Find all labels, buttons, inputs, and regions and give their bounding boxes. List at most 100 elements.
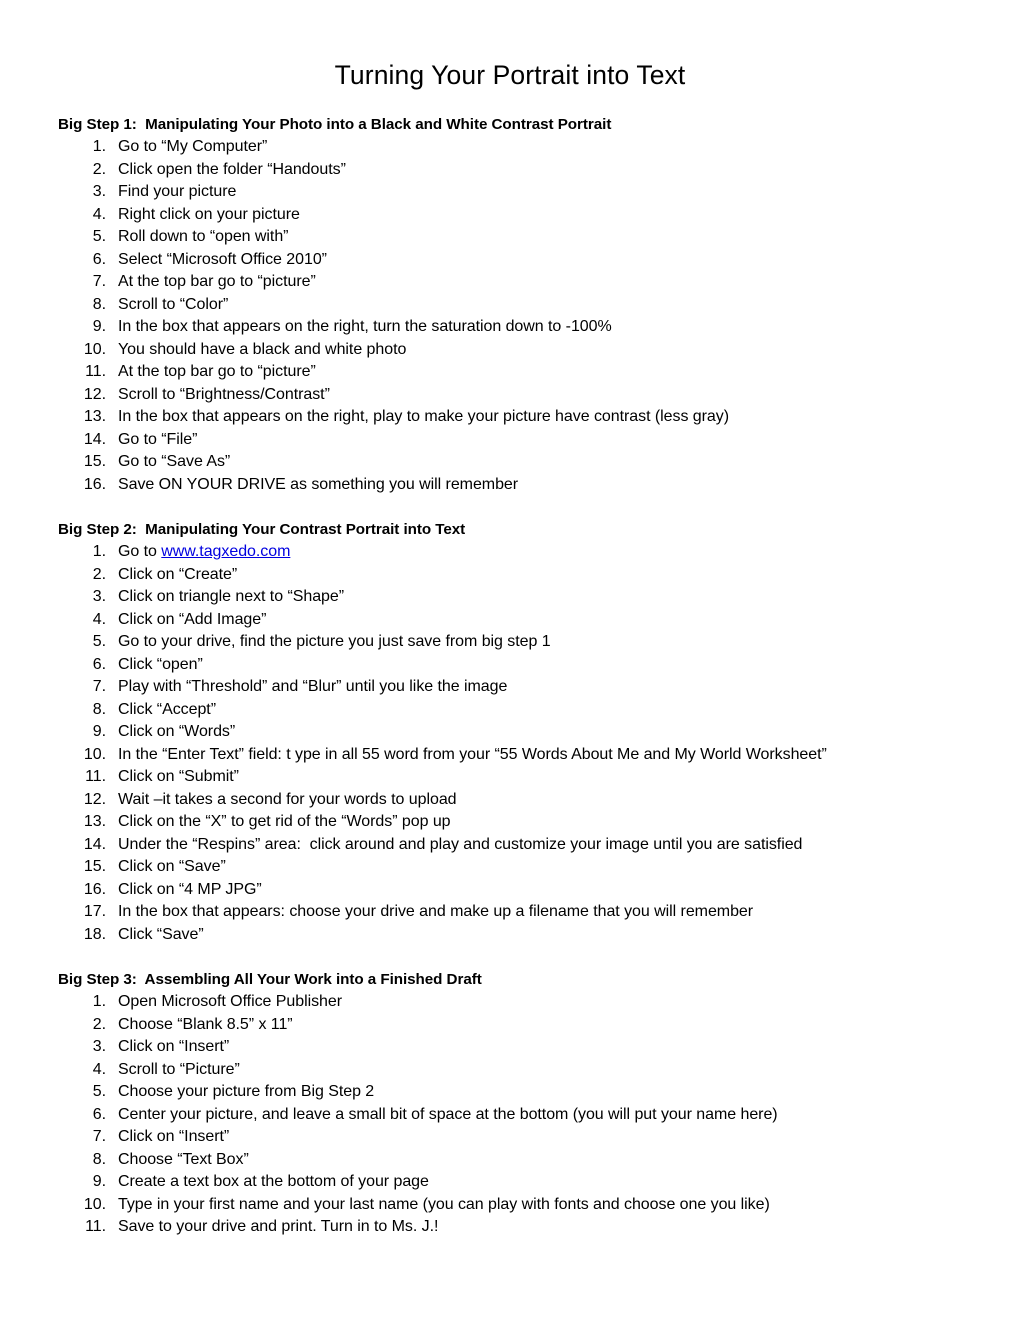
step-number: 1. xyxy=(92,138,106,156)
step-text: Go to your drive, find the picture you j… xyxy=(118,633,551,651)
step-text: Click on “4 MP JPG” xyxy=(118,880,262,898)
step-item: 5. Go to your drive, find the picture you… xyxy=(58,631,980,654)
step-number: 1. xyxy=(92,543,106,561)
step-number: 10. xyxy=(83,1195,106,1213)
step-item: 9. Click on “Words” xyxy=(58,721,980,744)
step-item: 15. Click on “Save” xyxy=(58,856,980,879)
step-text: Right click on your picture xyxy=(118,205,300,223)
section-heading: Big Step 1: Manipulating Your Photo into… xyxy=(58,115,612,133)
step-text: Choose “Text Box” xyxy=(118,1150,249,1168)
step-text: Scroll to “Color” xyxy=(118,295,229,313)
step-item: 11. Click on “Submit” xyxy=(58,766,980,789)
step-item: 7. At the top bar go to “picture” xyxy=(58,271,980,294)
step-number: 3. xyxy=(92,588,106,606)
step-item: 1. Go to “My Computer” xyxy=(58,136,980,159)
step-text: You should have a black and white photo xyxy=(118,340,407,358)
step-item: 1. Go to www.tagxedo.com xyxy=(58,541,980,564)
step-number: 2. xyxy=(92,160,106,178)
step-text: At the top bar go to “picture” xyxy=(118,363,316,381)
step-number: 7. xyxy=(92,273,106,291)
page-title: Turning Your Portrait into Text xyxy=(334,60,686,90)
step-text: Go to “My Computer” xyxy=(118,138,268,156)
step-text: Click on triangle next to “Shape” xyxy=(118,588,345,606)
step-number: 4. xyxy=(92,610,106,628)
step-number: 7. xyxy=(92,678,106,696)
step-text: Save ON YOUR DRIVE as something you will… xyxy=(118,475,519,493)
step-text: Play with “Threshold” and “Blur” until y… xyxy=(118,678,508,696)
step-text: At the top bar go to “picture” xyxy=(118,273,316,291)
step-item: 13. In the box that appears on the right,… xyxy=(58,406,980,429)
step-number: 12. xyxy=(83,385,106,403)
step-item: 10. You should have a black and white pho… xyxy=(58,339,980,362)
step-text: Roll down to “open with” xyxy=(118,228,289,246)
step-item: 4. Click on “Add Image” xyxy=(58,609,980,632)
step-number: 18. xyxy=(83,925,106,943)
step-text: Click open the folder “Handouts” xyxy=(118,160,346,178)
step-text: Choose your picture from Big Step 2 xyxy=(118,1083,375,1101)
step-item: 11. At the top bar go to “picture” xyxy=(58,361,980,384)
step-list: 1. Go to www.tagxedo.com 2. Click on “Creat… xyxy=(58,541,980,946)
step-number: 9. xyxy=(92,318,106,336)
step-item: 2. Click on “Create” xyxy=(58,564,980,587)
step-item: 12. Scroll to “Brightness/Contrast” xyxy=(58,384,980,407)
step-item: 8. Choose “Text Box” xyxy=(58,1149,980,1172)
step-text: Select “Microsoft Office 2010” xyxy=(118,250,327,268)
step-list: 1. Open Microsoft Office Publisher 2. Choos… xyxy=(58,991,980,1239)
step-text: In the “Enter Text” field: t ype in all … xyxy=(118,745,827,763)
step-item: 3. Find your picture xyxy=(58,181,980,204)
document-page: Turning Your Portrait into Text Big Step… xyxy=(0,0,1020,1320)
step-text: Click on “Insert” xyxy=(118,1128,230,1146)
step-number: 7. xyxy=(92,1128,106,1146)
step-section: Big Step 2: Manipulating Your Contrast P… xyxy=(58,519,980,947)
step-number: 3. xyxy=(92,183,106,201)
step-item: 10. In the “Enter Text” field: t ype in a… xyxy=(58,744,980,767)
step-item: 7. Play with “Threshold” and “Blur” until… xyxy=(58,676,980,699)
step-text: Click “open” xyxy=(118,655,203,673)
step-text: Go to xyxy=(118,543,162,561)
step-text: Click on “Save” xyxy=(118,858,226,876)
step-number: 6. xyxy=(92,250,106,268)
step-item: 1. Open Microsoft Office Publisher xyxy=(58,991,980,1014)
step-item: 9. In the box that appears on the right, … xyxy=(58,316,980,339)
step-text: Click on “Insert” xyxy=(118,1038,230,1056)
step-text: Click on “Submit” xyxy=(118,768,239,786)
step-item: 14. Under the “Respins” area: click aroun… xyxy=(58,834,980,857)
step-text: Center your picture, and leave a small b… xyxy=(118,1105,778,1123)
step-section: Big Step 1: Manipulating Your Photo into… xyxy=(58,114,980,497)
step-number: 5. xyxy=(92,228,106,246)
step-text: Click on “Words” xyxy=(118,723,236,741)
step-number: 15. xyxy=(83,453,106,471)
step-text: Choose “Blank 8.5” x 11” xyxy=(118,1015,293,1033)
step-item: 4. Scroll to “Picture” xyxy=(58,1059,980,1082)
step-item: 16. Save ON YOUR DRIVE as something you w… xyxy=(58,474,980,497)
step-number: 1. xyxy=(92,993,106,1011)
step-item: 3. Click on triangle next to “Shape” xyxy=(58,586,980,609)
section-heading: Big Step 2: Manipulating Your Contrast P… xyxy=(58,520,466,538)
step-list: 1. Go to “My Computer” 2. Click open the fo… xyxy=(58,136,980,496)
step-number: 9. xyxy=(92,1173,106,1191)
step-text: Open Microsoft Office Publisher xyxy=(118,993,343,1011)
step-item: 8. Scroll to “Color” xyxy=(58,294,980,317)
step-item: 18. Click “Save” xyxy=(58,924,980,947)
step-number: 17. xyxy=(83,903,106,921)
step-item: 5. Choose your picture from Big Step 2 xyxy=(58,1081,980,1104)
step-number: 4. xyxy=(92,1060,106,1078)
step-number: 15. xyxy=(83,858,106,876)
step-number: 9. xyxy=(92,723,106,741)
step-number: 4. xyxy=(92,205,106,223)
step-text: Click on “Add Image” xyxy=(118,610,267,628)
step-number: 11. xyxy=(85,1218,106,1236)
step-item: 6. Center your picture, and leave a small… xyxy=(58,1104,980,1127)
step-number: 10. xyxy=(83,745,106,763)
step-number: 6. xyxy=(92,655,106,673)
tagxedo-link[interactable]: www.tagxedo.com xyxy=(161,543,290,560)
step-text: Go to “Save As” xyxy=(118,453,231,471)
step-number: 2. xyxy=(92,1015,106,1033)
step-number: 2. xyxy=(92,565,106,583)
section-heading: Big Step 3: Assembling All Your Work int… xyxy=(58,970,482,988)
step-item: 17. In the box that appears: choose your … xyxy=(58,901,980,924)
step-number: 8. xyxy=(92,295,106,313)
document-body: Big Step 1: Manipulating Your Photo into… xyxy=(0,114,1020,1239)
step-item: 2. Click open the folder “Handouts” xyxy=(58,159,980,182)
step-text: Find your picture xyxy=(118,183,237,201)
